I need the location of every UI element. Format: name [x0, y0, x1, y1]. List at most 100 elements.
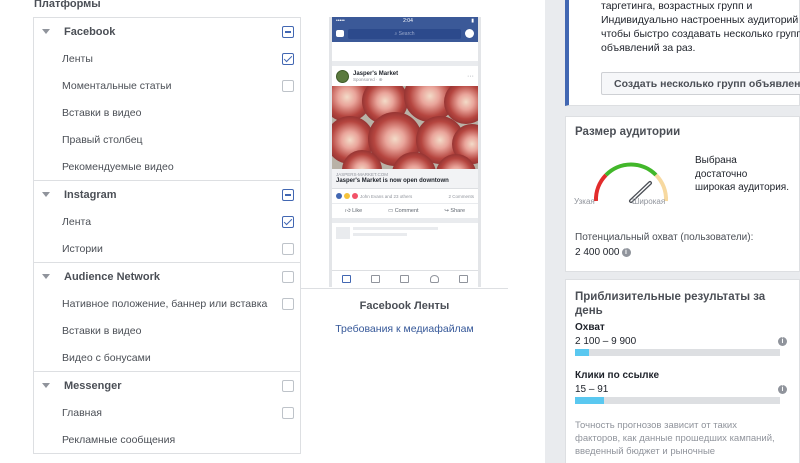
placement-item: Рекомендуемые видео — [34, 153, 300, 180]
chevron-down-icon[interactable] — [42, 192, 50, 197]
group-header-messenger[interactable]: Messenger — [34, 372, 300, 399]
group-checkbox-messenger[interactable] — [282, 380, 294, 392]
chevron-down-icon[interactable] — [42, 29, 50, 34]
feed-tab-icon — [342, 275, 352, 283]
placement-item[interactable]: Нативное положение, баннер или вставка — [34, 290, 300, 317]
placement-checkbox[interactable] — [282, 53, 294, 65]
comment-action: ▭ Comment — [387, 208, 419, 214]
placement-item[interactable]: Моментальные статьи — [34, 72, 300, 99]
gauge-narrow-label: Узкая — [574, 197, 595, 206]
phone-mockup: ••••• 2:04 ▮ ⌕ Search Jasper's Market Spon… — [329, 17, 481, 287]
group-label: Facebook — [64, 25, 116, 38]
placement-label: Моментальные статьи — [62, 79, 172, 92]
marketplace-tab-icon — [400, 275, 410, 283]
ad-link-block: JASPERS-MARKET.COM Jasper's Market is no… — [332, 169, 478, 189]
phone-nav-bar: ⌕ Search — [332, 25, 478, 42]
placement-item[interactable]: Ленты — [34, 45, 300, 72]
placement-item[interactable]: Главная — [34, 399, 300, 426]
platforms-title: Платформы — [34, 0, 101, 10]
potential-reach-label: Потенциальный охват (пользователи): — [575, 232, 754, 243]
placement-label: Лента — [62, 215, 92, 228]
ad-preview: ••••• 2:04 ▮ ⌕ Search Jasper's Market Spon… — [301, 0, 508, 463]
placement-label: Вставки в видео — [62, 324, 142, 337]
ad-header: Jasper's Market Sponsored · ⊕ ··· — [332, 66, 478, 86]
next-post-placeholder — [332, 223, 478, 243]
metric-label: Охват — [575, 322, 605, 333]
metric-bar — [575, 397, 780, 404]
like-reaction-icon — [336, 193, 342, 199]
feed-spacer — [332, 42, 478, 66]
search-field: ⌕ Search — [348, 28, 461, 39]
estimated-results-card: Приблизительные результаты за день Охват… — [565, 279, 800, 463]
like-action: 👍︎ Like — [344, 208, 363, 214]
placement-label: Нативное положение, баннер или вставка — [62, 297, 268, 310]
promo-card: таргетинга, возрастных групп и Индивидуа… — [565, 0, 800, 106]
audience-description: Выбрана достаточно широкая аудитория. — [695, 155, 789, 193]
placement-item: Видео с бонусами — [34, 344, 300, 371]
sponsored-label: Sponsored · ⊕ — [353, 76, 383, 82]
reactions-text: John Evans and 23 others — [360, 193, 413, 199]
estimated-results-title: Приблизительные результаты за день — [575, 291, 766, 317]
ad-url: JASPERS-MARKET.COM — [336, 172, 389, 177]
group-header-facebook[interactable]: Facebook — [34, 18, 300, 45]
metric-bar-fill — [575, 397, 604, 404]
chevron-down-icon[interactable] — [42, 383, 50, 388]
placement-checkbox[interactable] — [282, 216, 294, 228]
ad-actions: 👍︎ Like ▭ Comment ↪ Share — [332, 204, 478, 223]
platform-group-audience-network: Audience Network Нативное положение, бан… — [34, 262, 300, 371]
share-action: ↪ Share — [444, 208, 466, 214]
advertiser-logo — [336, 70, 349, 83]
ad-headline: Jasper's Market is now open downtown — [336, 178, 449, 184]
info-icon[interactable]: i — [778, 337, 787, 346]
placement-checkbox[interactable] — [282, 298, 294, 310]
placement-label: Ленты — [62, 52, 93, 65]
video-tab-icon — [371, 275, 381, 283]
placement-label: Правый столбец — [62, 133, 143, 146]
group-label: Messenger — [64, 379, 122, 392]
placement-label: Истории — [62, 242, 103, 255]
status-time: 2:04 — [403, 18, 413, 24]
placement-item[interactable]: Лента — [34, 208, 300, 235]
placement-checkbox[interactable] — [282, 407, 294, 419]
metric-bar-fill — [575, 349, 590, 356]
group-checkbox-facebook[interactable] — [282, 26, 294, 38]
metric-value: 2 100 – 9 900 — [575, 336, 637, 347]
platform-group-messenger: Messenger Главная Рекламные сообщения — [34, 371, 300, 453]
comments-count: 2 Comments — [448, 193, 474, 199]
info-icon[interactable]: i — [621, 247, 631, 257]
chevron-down-icon[interactable] — [42, 274, 50, 279]
metric-bar — [575, 349, 780, 356]
metric-value: 15 – 91 — [575, 384, 609, 395]
metric-label: Клики по ссылке — [575, 370, 660, 381]
placement-checkbox[interactable] — [282, 243, 294, 255]
placement-item: Вставки в видео — [34, 99, 300, 126]
reactions-row: John Evans and 23 others 2 Comments — [332, 189, 478, 204]
placement-label: Главная — [62, 406, 102, 419]
preview-caption: Facebook Ленты — [359, 300, 450, 312]
audience-size-title: Размер аудитории — [575, 126, 681, 138]
group-header-instagram[interactable]: Instagram — [34, 181, 300, 208]
main-panel: Платформы Facebook Ленты Моментальные ст… — [0, 0, 545, 463]
camera-icon — [336, 30, 344, 37]
placement-label: Рекомендуемые видео — [62, 160, 174, 173]
placement-item: Вставки в видео — [34, 317, 300, 344]
group-checkbox-instagram[interactable] — [282, 189, 294, 201]
notifications-tab-icon — [429, 275, 439, 283]
more-icon: ··· — [467, 73, 474, 80]
placement-checkbox[interactable] — [282, 80, 294, 92]
placement-label: Рекламные сообщения — [62, 433, 176, 446]
placement-item: Правый столбец — [34, 126, 300, 153]
media-requirements-link[interactable]: Требования к медиафайлам — [301, 323, 508, 335]
preview-divider — [301, 288, 508, 289]
group-header-audience-network[interactable]: Audience Network — [34, 263, 300, 290]
info-icon[interactable]: i — [778, 385, 787, 394]
placement-item[interactable]: Истории — [34, 235, 300, 262]
platform-group-instagram: Instagram Лента Истории — [34, 180, 300, 262]
forecast-note: Точность прогнозов зависит от таких факт… — [575, 420, 775, 457]
group-label: Audience Network — [64, 270, 160, 283]
right-sidebar: таргетинга, возрастных групп и Индивидуа… — [545, 0, 800, 463]
create-multiple-adsets-button[interactable]: Создать несколько групп объявлений — [601, 72, 800, 95]
audience-size-card: Размер аудитории Узкая Широкая Выбрана д… — [565, 116, 800, 272]
love-reaction-icon — [352, 193, 358, 199]
group-checkbox-audience-network[interactable] — [282, 271, 294, 283]
